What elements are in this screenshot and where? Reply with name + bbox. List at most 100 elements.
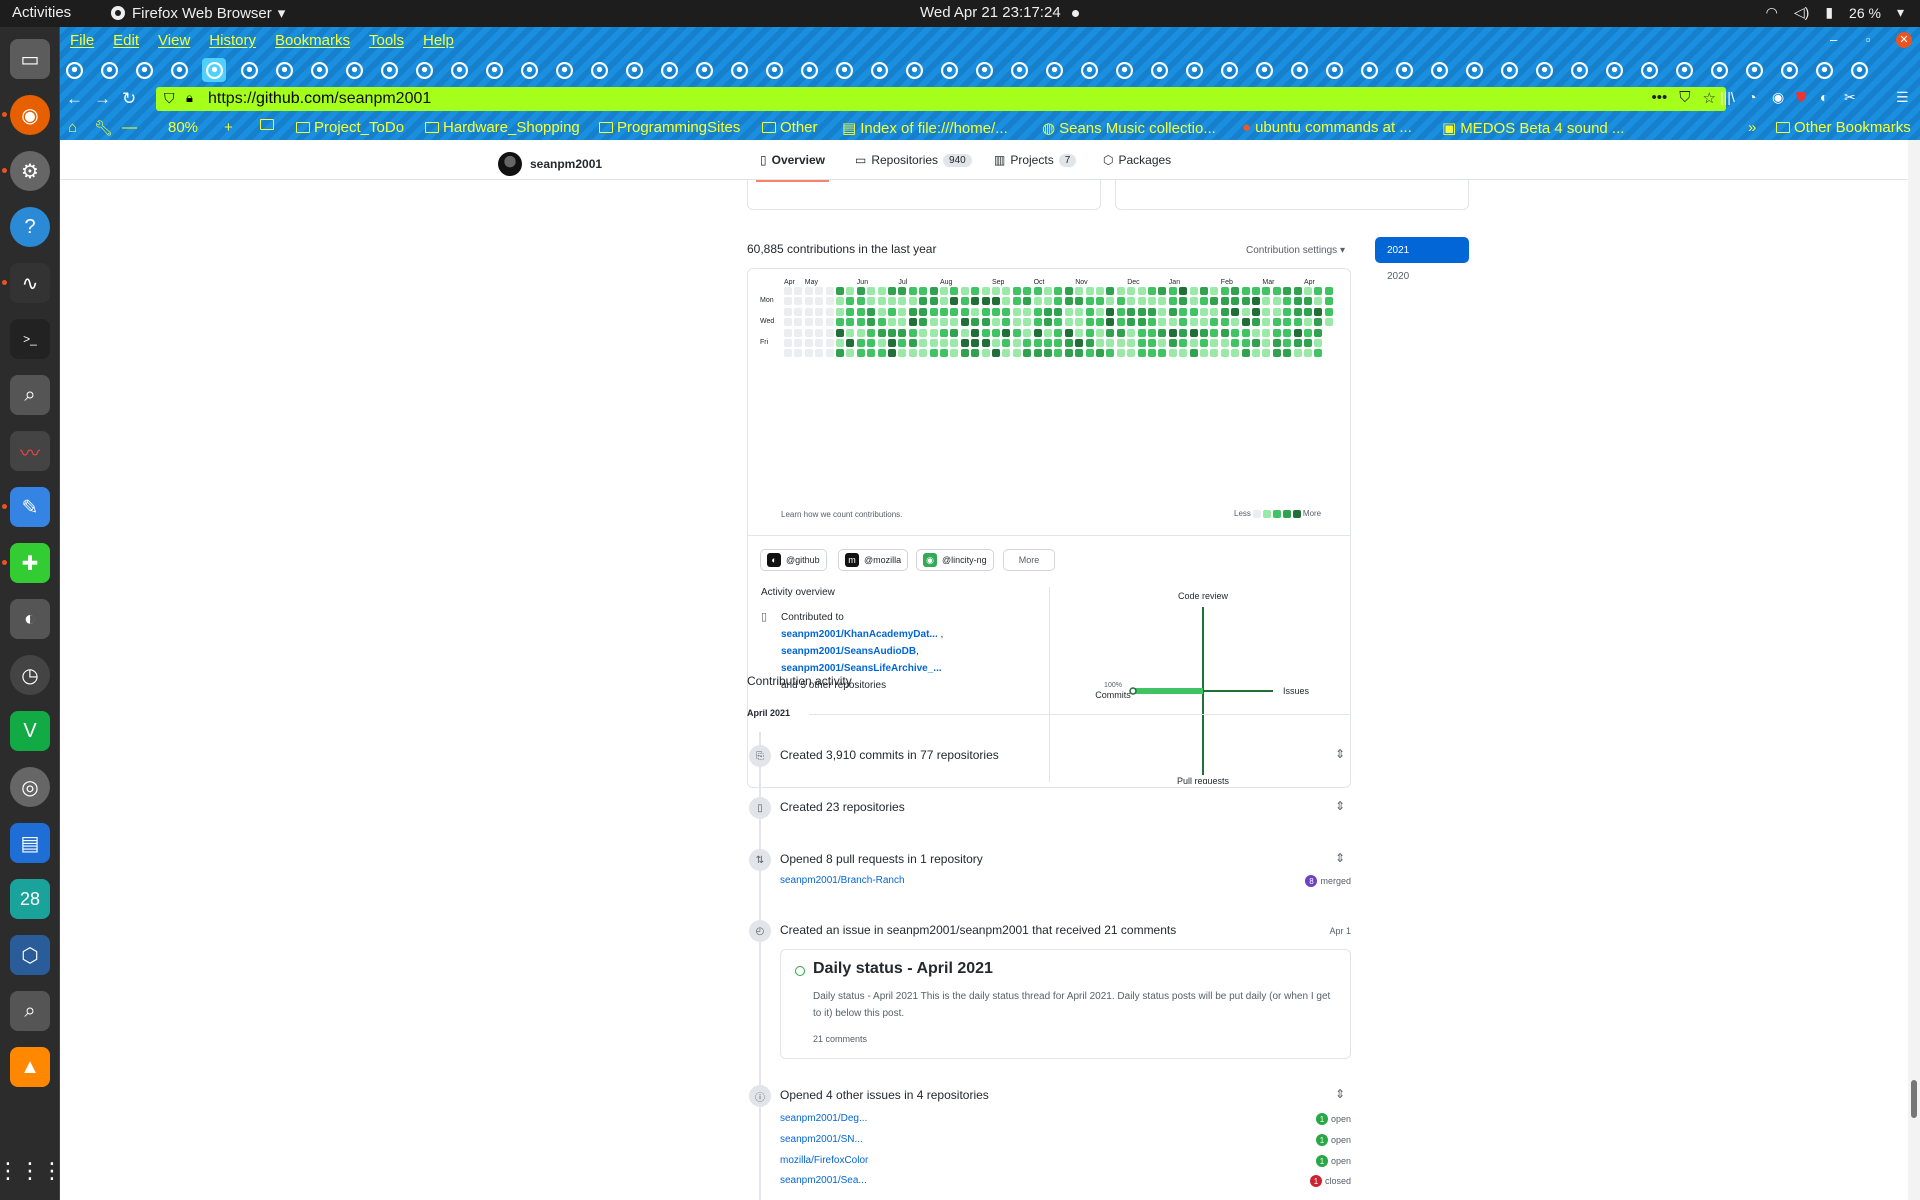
contribution-day[interactable]	[1127, 287, 1136, 295]
contribution-day[interactable]	[794, 339, 803, 347]
contribution-day[interactable]	[1272, 318, 1281, 327]
contribution-day[interactable]	[992, 318, 1000, 327]
ublock-icon[interactable]: ⛊	[1796, 89, 1807, 106]
contribution-day[interactable]	[1064, 328, 1073, 337]
contribution-day[interactable]	[1189, 328, 1198, 337]
contribution-day[interactable]	[1220, 328, 1229, 337]
system-monitor-icon[interactable]: ∿	[2, 263, 50, 303]
help-icon[interactable]: ?	[10, 207, 50, 247]
contribution-day[interactable]	[1200, 318, 1208, 327]
contribution-day[interactable]	[898, 297, 907, 306]
contribution-day[interactable]	[908, 297, 917, 306]
contribution-day[interactable]	[1033, 339, 1042, 347]
contribution-day[interactable]	[877, 349, 886, 358]
contribution-day[interactable]	[1241, 287, 1250, 295]
contribution-day[interactable]	[1075, 318, 1084, 327]
contribution-day[interactable]	[960, 339, 969, 347]
contribution-day[interactable]	[1002, 287, 1011, 295]
contribution-day[interactable]	[846, 349, 855, 358]
contribution-day[interactable]	[1137, 297, 1146, 306]
contribution-day[interactable]	[1158, 307, 1167, 316]
contribution-day[interactable]	[1044, 339, 1052, 347]
contribution-day[interactable]	[950, 349, 959, 358]
contribution-day[interactable]	[794, 287, 803, 295]
contribution-day[interactable]	[971, 318, 980, 327]
browser-tab[interactable]	[867, 58, 891, 82]
browser-tab[interactable]	[1707, 58, 1731, 82]
issue-repo-link[interactable]: seanpm2001/Sea...	[780, 1175, 867, 1186]
contribution-day[interactable]	[1304, 349, 1312, 358]
puzzle-icon[interactable]: ✚	[2, 543, 50, 583]
browser-tab[interactable]	[1777, 58, 1801, 82]
vlc-icon[interactable]: ▲	[10, 1047, 50, 1087]
contribution-day[interactable]	[1168, 318, 1177, 327]
extension-icon[interactable]: ◉	[1772, 89, 1784, 106]
contribution-day[interactable]	[1252, 349, 1260, 358]
contribution-day[interactable]	[919, 339, 928, 347]
contribution-day[interactable]	[1168, 349, 1177, 358]
contribution-day[interactable]	[1283, 307, 1292, 316]
browser-tab[interactable]	[657, 58, 681, 82]
contribution-day[interactable]	[1220, 318, 1229, 327]
contribution-day[interactable]	[1252, 297, 1260, 306]
contribution-day[interactable]	[929, 339, 938, 347]
browser-tab[interactable]	[1077, 58, 1101, 82]
more-bookmarks-icon[interactable]: »	[1748, 119, 1756, 136]
browser-tab[interactable]	[1672, 58, 1696, 82]
menu-file[interactable]: File	[60, 27, 103, 55]
shield-icon[interactable]: ⛉	[164, 90, 175, 107]
contribution-day[interactable]	[1137, 307, 1146, 316]
contribution-day[interactable]	[1127, 328, 1136, 337]
clock[interactable]: Wed Apr 21 23:17:24	[920, 4, 1061, 21]
contribution-day[interactable]	[971, 328, 980, 337]
contribution-day[interactable]	[1116, 318, 1125, 327]
contribution-day[interactable]	[908, 339, 917, 347]
contribution-day[interactable]	[1085, 287, 1094, 295]
terminal-icon[interactable]: >_	[10, 319, 50, 359]
contribution-day[interactable]	[1210, 349, 1219, 358]
contribution-day[interactable]	[867, 287, 876, 295]
contribution-day[interactable]	[1002, 339, 1011, 347]
contribution-day[interactable]	[1012, 318, 1021, 327]
page-scrollbar[interactable]	[1908, 140, 1920, 1200]
browser-tab[interactable]	[237, 58, 261, 82]
menu-help[interactable]: Help	[413, 27, 463, 55]
issue-title[interactable]: Daily status - April 2021	[813, 960, 993, 978]
contribution-day[interactable]	[908, 307, 917, 316]
contribution-day[interactable]	[815, 318, 824, 327]
scrollbar-thumb[interactable]	[1911, 1080, 1917, 1118]
url-bar[interactable]: ⛉ 🔒︎ https://github.com/seanpm2001 ••• ⛉…	[156, 87, 1726, 111]
contribution-day[interactable]	[1241, 297, 1250, 306]
contribution-day[interactable]	[1012, 297, 1021, 306]
contribution-day[interactable]	[1148, 328, 1156, 337]
contribution-day[interactable]	[815, 297, 824, 306]
contribution-day[interactable]	[784, 297, 792, 306]
issue-summary[interactable]: Created an issue in seanpm2001/seanpm200…	[780, 923, 1176, 937]
contribution-day[interactable]	[1210, 307, 1219, 316]
contribution-day[interactable]	[940, 339, 948, 347]
contribution-day[interactable]	[1012, 287, 1021, 295]
browser-tab[interactable]	[62, 58, 86, 82]
zoom-out-icon[interactable]: —	[122, 119, 137, 136]
contribution-day[interactable]	[1148, 349, 1156, 358]
contribution-day[interactable]	[1189, 318, 1198, 327]
contribution-day[interactable]	[1304, 297, 1312, 306]
contribution-day[interactable]	[1137, 339, 1146, 347]
account-icon[interactable]: ◔	[1748, 89, 1756, 105]
browser-tab[interactable]	[1042, 58, 1066, 82]
contribution-day[interactable]	[1054, 307, 1063, 316]
contribution-day[interactable]	[1044, 328, 1052, 337]
app-grid-icon[interactable]: ⋮⋮⋮	[0, 1151, 63, 1191]
browser-tab[interactable]	[1287, 58, 1311, 82]
contribution-day[interactable]	[1200, 297, 1208, 306]
contribution-day[interactable]	[1012, 307, 1021, 316]
contribution-day[interactable]	[1293, 287, 1302, 295]
browser-tab[interactable]	[797, 58, 821, 82]
contribution-day[interactable]	[1189, 287, 1198, 295]
contribution-day[interactable]	[1324, 287, 1333, 295]
bookmark-index-of-file[interactable]: ▤ Index of file:///home/...	[842, 119, 1008, 138]
contribution-day[interactable]	[1314, 318, 1323, 327]
contribution-day[interactable]	[1179, 318, 1188, 327]
tab-overview[interactable]: ▯ Overview	[756, 153, 829, 182]
contribution-day[interactable]	[1168, 307, 1177, 316]
